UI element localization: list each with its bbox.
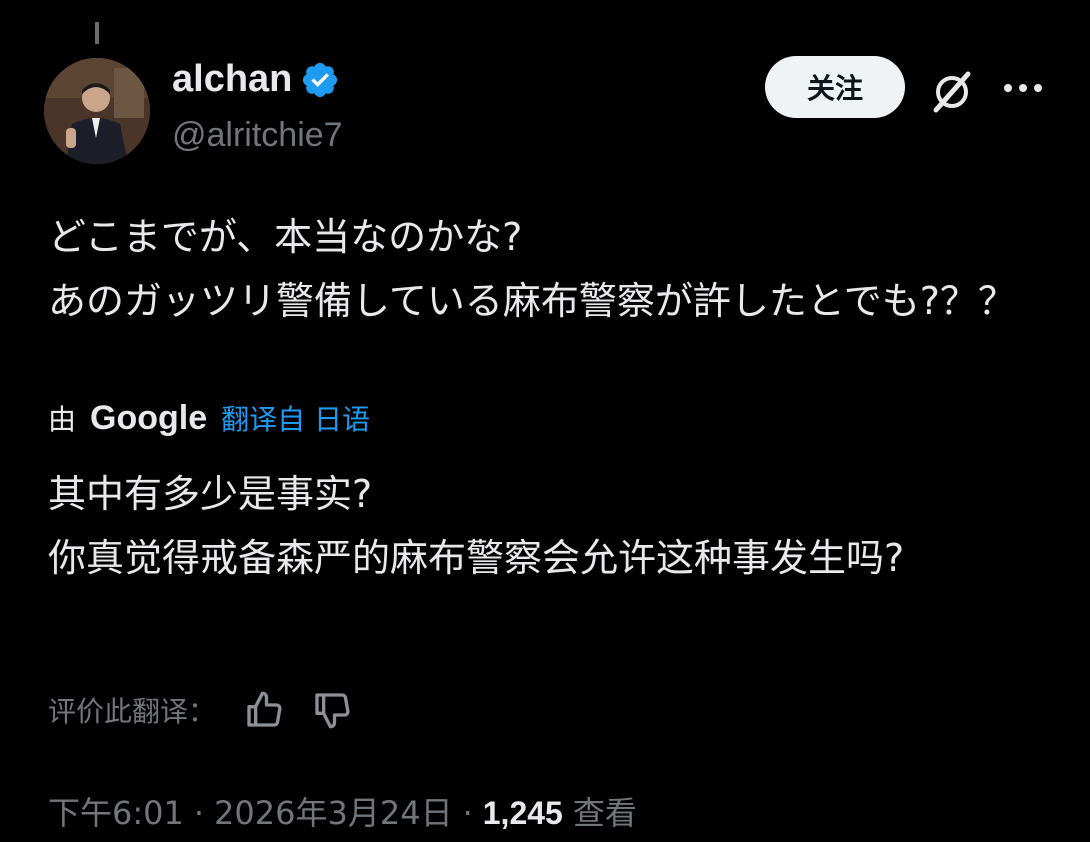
- more-icon[interactable]: [1002, 78, 1044, 98]
- translation-attribution: 由 Google 翻译自 日语: [48, 398, 370, 438]
- meta-separator: ·: [462, 794, 473, 832]
- meta-separator: ·: [193, 794, 205, 832]
- post-original-text: どこまでが、本当なのかな? あのガッツリ警備している麻布警察が許したとでも?？？: [48, 215, 1016, 323]
- rate-translation-row: 评价此翻译：: [48, 690, 352, 730]
- verified-badge-icon: [303, 62, 338, 97]
- views-count: 1,245: [482, 795, 563, 831]
- author-handle[interactable]: @alritchie7: [172, 116, 343, 155]
- top-divider: [95, 22, 99, 44]
- views-label: 查看: [572, 794, 637, 832]
- post-meta: 下午6:01 · 2026年3月24日 · 1,245 查看: [48, 788, 637, 834]
- post-time[interactable]: 下午6:01: [48, 788, 184, 834]
- author-name-row[interactable]: alchan: [172, 58, 340, 101]
- translated-from-link[interactable]: 翻译自 日语: [221, 398, 370, 438]
- translation-provider: Google: [90, 399, 208, 437]
- post-translated-text: 其中有多少是事实? 你真觉得戒备森严的麻布警察会允许这种事发生吗?: [48, 472, 905, 580]
- author-name[interactable]: alchan: [172, 58, 292, 101]
- translation-by-label: 由: [48, 403, 77, 436]
- avatar[interactable]: [44, 58, 150, 164]
- avatar-image: [44, 58, 150, 164]
- follow-button[interactable]: 关注: [765, 56, 905, 118]
- thumbs-up-icon[interactable]: [244, 690, 284, 730]
- thumbs-down-icon[interactable]: [312, 690, 352, 730]
- rate-translation-label: 评价此翻译：: [48, 695, 217, 728]
- grok-icon[interactable]: [928, 68, 976, 116]
- post-date[interactable]: 2026年3月24日: [214, 788, 453, 834]
